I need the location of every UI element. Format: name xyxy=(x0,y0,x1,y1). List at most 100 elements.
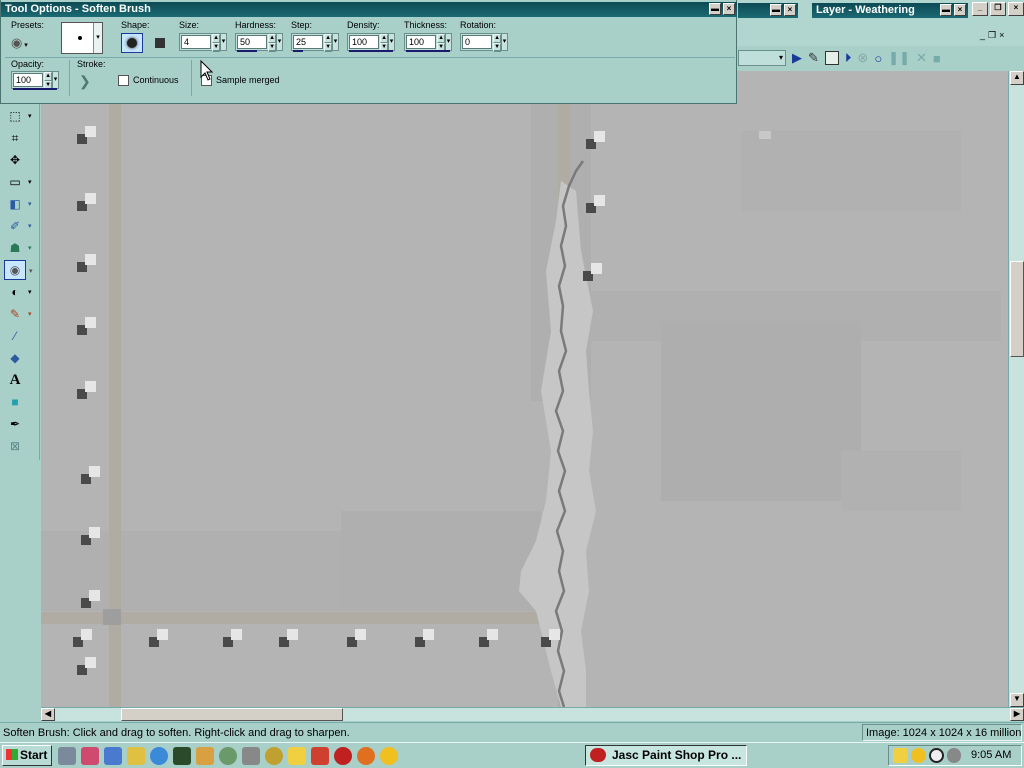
size-input[interactable] xyxy=(181,35,212,49)
doc-minimize-button[interactable]: _ xyxy=(980,30,985,41)
size-field[interactable]: ▲▼▾ xyxy=(179,33,227,52)
vertical-scroll-thumb[interactable] xyxy=(1010,261,1024,357)
step-field[interactable]: ▲▼▾ xyxy=(291,33,339,52)
hand-icon[interactable] xyxy=(288,747,306,765)
chevron-down-icon[interactable]: ▾ xyxy=(332,34,338,50)
stop-square-icon[interactable]: ■ xyxy=(933,51,941,66)
firefox-icon[interactable] xyxy=(357,747,375,765)
thickness-input[interactable] xyxy=(406,35,437,49)
dropper-tool-icon[interactable]: ⁄ xyxy=(4,326,26,346)
opacity-input[interactable] xyxy=(13,73,44,87)
circle-icon[interactable]: ○ xyxy=(874,51,882,66)
network-icon[interactable] xyxy=(58,747,76,765)
cherry-icon[interactable] xyxy=(334,747,352,765)
gear-icon[interactable] xyxy=(265,747,283,765)
paint-brush-tool-icon[interactable]: ✐ ▾ xyxy=(4,216,32,236)
app-restore-button[interactable]: ❐ xyxy=(990,2,1006,16)
cancel-script-icon[interactable]: ⊗ xyxy=(857,50,868,66)
close-icon[interactable]: × xyxy=(723,3,735,15)
rotation-field[interactable]: ▲▼▾ xyxy=(460,33,508,52)
panda-tray-icon[interactable] xyxy=(929,748,944,763)
presets-button[interactable]: ◉ ▾ xyxy=(11,34,45,52)
ball-icon[interactable] xyxy=(219,747,237,765)
pause-icon[interactable]: ❚❚ xyxy=(888,50,910,66)
round-shape-button[interactable] xyxy=(121,33,143,53)
edit-script-icon[interactable]: ✎ xyxy=(808,50,819,66)
hardness-input[interactable] xyxy=(237,35,268,49)
close-icon[interactable]: × xyxy=(784,4,796,16)
app-minimize-button[interactable]: _ xyxy=(972,2,988,16)
horizontal-scrollbar[interactable]: ◀ ▶ xyxy=(41,707,1024,721)
volume-tray-icon[interactable] xyxy=(947,748,961,763)
hat-icon[interactable] xyxy=(242,747,260,765)
move-tool-icon[interactable]: ✥ xyxy=(4,150,26,170)
mini-palette-titlebar[interactable]: ▬ × xyxy=(738,3,798,18)
minimize-icon[interactable]: ▬ xyxy=(940,4,952,16)
start-button[interactable]: Start xyxy=(2,745,52,766)
record-script-icon[interactable]: ⏵ xyxy=(845,50,852,66)
chevron-down-icon[interactable]: ▾ xyxy=(220,34,226,50)
airbrush-tool-icon[interactable]: ✎ ▾ xyxy=(4,304,32,324)
browser-icon[interactable] xyxy=(104,747,122,765)
hand-tray-icon[interactable] xyxy=(893,748,908,763)
density-input[interactable] xyxy=(349,35,380,49)
selection-tool-icon[interactable]: ⬚ ▾ xyxy=(4,106,31,126)
clone-tool-icon[interactable]: ◧ ▾ xyxy=(4,194,31,214)
continuous-checkbox[interactable] xyxy=(118,75,129,86)
chat-icon[interactable] xyxy=(311,747,329,765)
scroll-right-icon[interactable]: ▶ xyxy=(1010,708,1024,721)
rotation-input[interactable] xyxy=(462,35,493,49)
scroll-up-icon[interactable]: ▲ xyxy=(1010,71,1024,85)
status-hint: Soften Brush: Click and drag to soften. … xyxy=(3,727,350,739)
minimize-icon[interactable]: ▬ xyxy=(709,3,721,15)
run-script-icon[interactable]: ▶ xyxy=(792,50,802,66)
tool-options-titlebar[interactable]: Tool Options - Soften Brush ▬ × xyxy=(1,2,737,17)
minimize-icon[interactable]: ▬ xyxy=(770,4,782,16)
chevron-down-icon[interactable]: ▾ xyxy=(501,34,507,50)
eraser-tool-icon[interactable]: ◐ ▾ xyxy=(4,282,31,302)
horizontal-scroll-thumb[interactable] xyxy=(121,708,343,721)
doc-close-button[interactable]: × xyxy=(999,30,1004,41)
stop-x-icon[interactable]: ✕ xyxy=(916,50,927,66)
opacity-field[interactable]: ▲▼▾ xyxy=(11,71,59,90)
paint-icon[interactable] xyxy=(196,747,214,765)
app-icon[interactable] xyxy=(173,747,191,765)
retouch-tool-icon[interactable]: ☗ ▾ xyxy=(4,238,32,258)
chevron-down-icon[interactable]: ▾ xyxy=(276,34,282,50)
scroll-left-icon[interactable]: ◀ xyxy=(41,708,55,721)
ie-icon[interactable] xyxy=(150,747,168,765)
text-tool-icon[interactable]: A xyxy=(4,370,26,390)
vertical-scrollbar[interactable]: ▲ ▼ xyxy=(1008,71,1024,707)
density-field[interactable]: ▲▼▾ xyxy=(347,33,395,52)
hardness-field[interactable]: ▲▼▾ xyxy=(235,33,283,52)
chevron-down-icon[interactable]: ▾ xyxy=(388,34,394,50)
brush-tip-button[interactable]: ▾ xyxy=(61,22,103,54)
step-input[interactable] xyxy=(293,35,324,49)
square-shape-button[interactable] xyxy=(149,33,171,53)
close-icon[interactable]: × xyxy=(954,4,966,16)
smiley-tray-icon[interactable] xyxy=(911,748,926,763)
shape-tool-icon[interactable]: ■ xyxy=(4,392,26,412)
script-select[interactable]: ▾ xyxy=(738,50,786,66)
image-canvas[interactable] xyxy=(41,71,1008,707)
doc-restore-button[interactable]: ❐ xyxy=(988,30,996,41)
smiley-icon[interactable] xyxy=(380,747,398,765)
pen-tool-icon[interactable]: ✒ xyxy=(4,414,26,434)
stroke-icon[interactable]: ❯ xyxy=(79,72,97,90)
paint-shop-pro-task[interactable]: Jasc Paint Shop Pro ... xyxy=(585,745,747,766)
shield-icon[interactable] xyxy=(127,747,145,765)
layer-palette-titlebar[interactable]: Layer - Weathering ▬ × xyxy=(812,3,968,18)
scroll-down-icon[interactable]: ▼ xyxy=(1010,693,1024,707)
warp-tool-icon[interactable]: ⊠ xyxy=(4,436,26,456)
script-list-icon[interactable] xyxy=(824,51,839,65)
chevron-down-icon[interactable]: ▾ xyxy=(52,72,58,88)
thickness-field[interactable]: ▲▼▾ xyxy=(404,33,452,52)
app-close-button[interactable]: × xyxy=(1008,2,1024,16)
fill-tool-icon[interactable]: ◆ xyxy=(4,348,26,368)
soften-brush-tool-icon[interactable]: ◉ ▾ xyxy=(4,260,33,280)
chevron-down-icon[interactable]: ▾ xyxy=(445,34,451,50)
media-icon[interactable] xyxy=(81,747,99,765)
crop-tool-icon[interactable]: ⌗ xyxy=(4,128,26,148)
thickness-label: Thickness: xyxy=(404,20,448,30)
rect-select-tool-icon[interactable]: ▭ ▾ xyxy=(4,172,31,192)
